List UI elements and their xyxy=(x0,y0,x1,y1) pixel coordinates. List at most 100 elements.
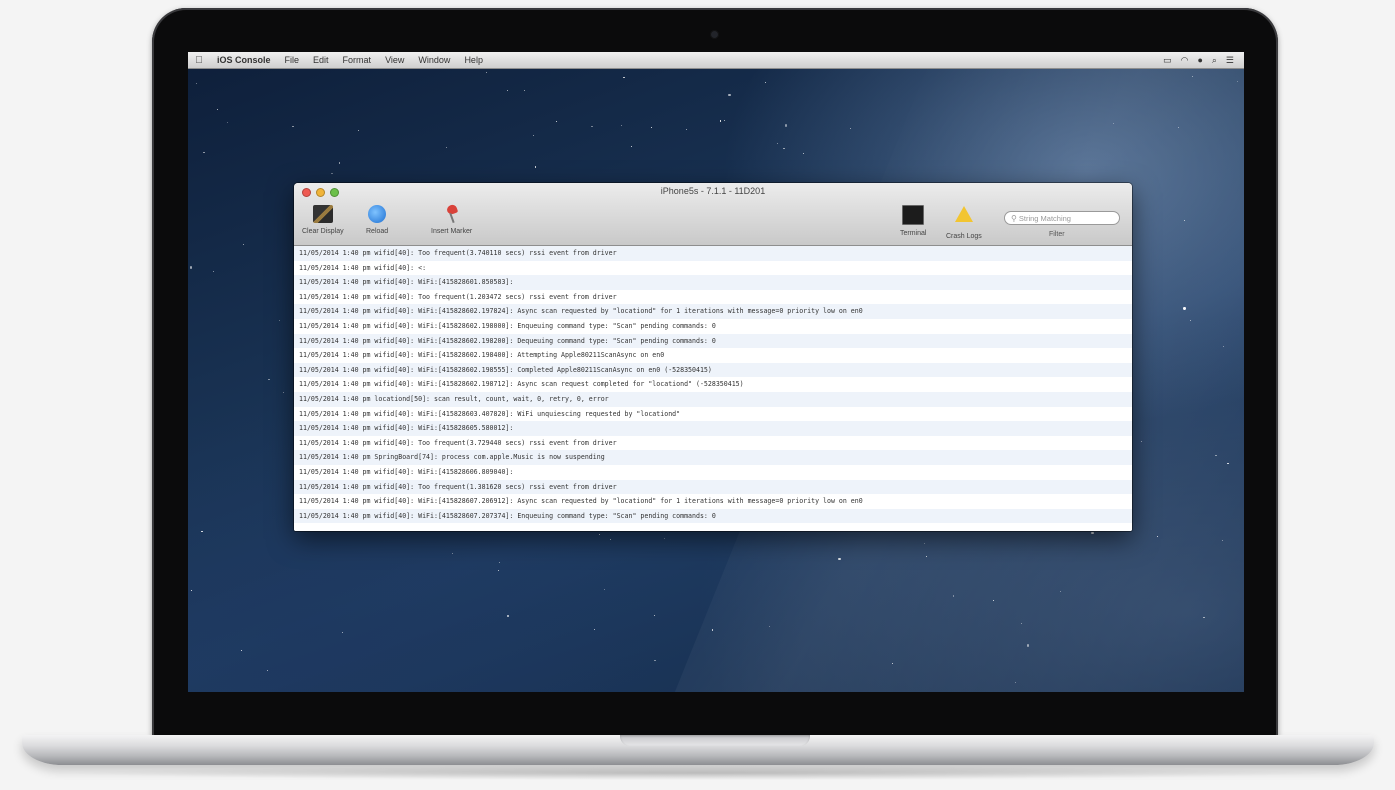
search-placeholder: String Matching xyxy=(1018,213,1071,223)
marker-flag-icon xyxy=(442,205,462,223)
opening-notch xyxy=(620,735,810,746)
star xyxy=(1026,644,1030,647)
menu-file[interactable]: File xyxy=(278,55,307,65)
log-line: 11/05/2014 1:40 pm wifid[40]: WiFi:[4158… xyxy=(294,304,1132,319)
star xyxy=(654,659,656,661)
log-line: 11/05/2014 1:40 pm locationd[50]: scan r… xyxy=(294,391,1132,407)
star xyxy=(240,649,242,651)
star xyxy=(445,147,447,149)
star xyxy=(849,128,852,130)
star xyxy=(1203,616,1205,619)
star xyxy=(1221,539,1223,541)
star xyxy=(623,77,625,79)
log-line: 11/05/2014 1:40 pm wifid[40]: WiFi:[4158… xyxy=(294,421,1132,436)
star xyxy=(593,629,595,631)
star xyxy=(609,538,611,540)
star xyxy=(838,557,841,561)
log-line: 11/05/2014 1:40 pm wifid[40]: Too freque… xyxy=(299,292,617,301)
user-icon[interactable]: ● xyxy=(1197,55,1202,66)
camera-icon xyxy=(710,30,719,39)
log-line: 11/05/2014 1:40 pm wifid[40]: WiFi:[4158… xyxy=(299,497,863,506)
star xyxy=(1113,122,1115,125)
log-line: 11/05/2014 1:40 pm wifid[40]: WiFi:[4158… xyxy=(299,351,665,360)
window-title: iPhone5s - 7.1.1 - 11D201 xyxy=(660,186,766,196)
star xyxy=(201,531,203,533)
star xyxy=(523,89,526,91)
star xyxy=(651,126,653,129)
terminal-icon xyxy=(902,205,925,225)
star xyxy=(1156,535,1158,537)
reload-label: Reload xyxy=(366,228,389,235)
log-line: 11/05/2014 1:40 pm wifid[40]: Too freque… xyxy=(294,246,1132,261)
star xyxy=(191,589,193,591)
laptop-base xyxy=(22,735,1374,765)
star xyxy=(764,82,767,84)
log-line: 11/05/2014 1:40 pm SpringBoard[74]: proc… xyxy=(294,450,1132,465)
star xyxy=(723,120,726,122)
star xyxy=(532,134,534,136)
star xyxy=(1060,590,1062,592)
menu-format[interactable]: Format xyxy=(336,55,379,65)
terminal-label: Terminal xyxy=(900,230,927,237)
terminal-button[interactable]: Terminal xyxy=(900,205,926,237)
star xyxy=(776,143,779,145)
star xyxy=(267,670,269,672)
star xyxy=(282,391,285,393)
star xyxy=(1192,76,1194,78)
wifi-icon[interactable]: ◠ xyxy=(1181,55,1189,66)
star xyxy=(213,271,215,273)
log-output[interactable]: 11/05/2014 1:40 pm wifid[40]: Too freque… xyxy=(294,246,1132,531)
menu-view[interactable]: View xyxy=(378,55,411,65)
crash-logs-button[interactable]: Crash Logs xyxy=(946,205,982,240)
star xyxy=(1141,440,1143,442)
star xyxy=(292,126,294,128)
star xyxy=(711,629,713,631)
star xyxy=(685,128,688,131)
star xyxy=(598,533,601,535)
star xyxy=(451,552,454,554)
star xyxy=(1183,307,1186,310)
star xyxy=(992,599,995,602)
star xyxy=(268,378,270,380)
log-line: 11/05/2014 1:40 pm wifid[40]: Too freque… xyxy=(299,438,617,447)
airplay-icon[interactable]: ▭ xyxy=(1163,55,1172,66)
star xyxy=(1091,531,1094,535)
apple-menu-icon[interactable]:  xyxy=(188,55,210,66)
menu-edit[interactable]: Edit xyxy=(306,55,336,65)
star xyxy=(892,662,894,665)
star xyxy=(620,124,622,127)
spotlight-icon[interactable]: ⌕ xyxy=(1212,55,1217,66)
star xyxy=(925,556,928,558)
star xyxy=(498,562,500,564)
desktop-screen:  iOS Console File Edit Format View Wind… xyxy=(188,52,1244,692)
filter-label: Filter xyxy=(1049,231,1065,238)
star xyxy=(630,145,632,148)
window-toolbar: iPhone5s - 7.1.1 - 11D201 Clear Display … xyxy=(294,183,1132,246)
star xyxy=(203,151,205,154)
star xyxy=(784,124,788,127)
menu-extras: ▭ ◠ ● ⌕ ☰ xyxy=(1163,55,1244,66)
log-line: 11/05/2014 1:40 pm wifid[40]: WiFi:[4158… xyxy=(299,321,716,330)
star xyxy=(506,615,510,618)
crash-logs-label: Crash Logs xyxy=(946,233,982,240)
log-line: 11/05/2014 1:40 pm wifid[40]: WiFi:[4158… xyxy=(294,275,1132,290)
star xyxy=(654,614,656,616)
star xyxy=(331,173,333,175)
star xyxy=(1227,462,1229,464)
console-window: iPhone5s - 7.1.1 - 11D201 Clear Display … xyxy=(294,183,1132,531)
clear-display-label: Clear Display xyxy=(302,228,344,235)
filter-search-input[interactable]: ⚲ String Matching xyxy=(1004,211,1120,225)
menu-window[interactable]: Window xyxy=(411,55,457,65)
star xyxy=(189,266,193,269)
log-line: 11/05/2014 1:40 pm wifid[40]: WiFi:[4158… xyxy=(299,467,514,476)
clear-display-button[interactable]: Clear Display xyxy=(302,205,344,235)
reload-button[interactable]: Reload xyxy=(366,205,388,235)
notification-center-icon[interactable]: ☰ xyxy=(1226,55,1234,66)
menu-app-name[interactable]: iOS Console xyxy=(210,55,278,65)
insert-marker-button[interactable]: Insert Marker xyxy=(431,205,472,235)
star xyxy=(555,120,557,123)
menu-help[interactable]: Help xyxy=(457,55,490,65)
star xyxy=(1236,80,1238,82)
star xyxy=(769,625,771,627)
star xyxy=(486,72,488,74)
